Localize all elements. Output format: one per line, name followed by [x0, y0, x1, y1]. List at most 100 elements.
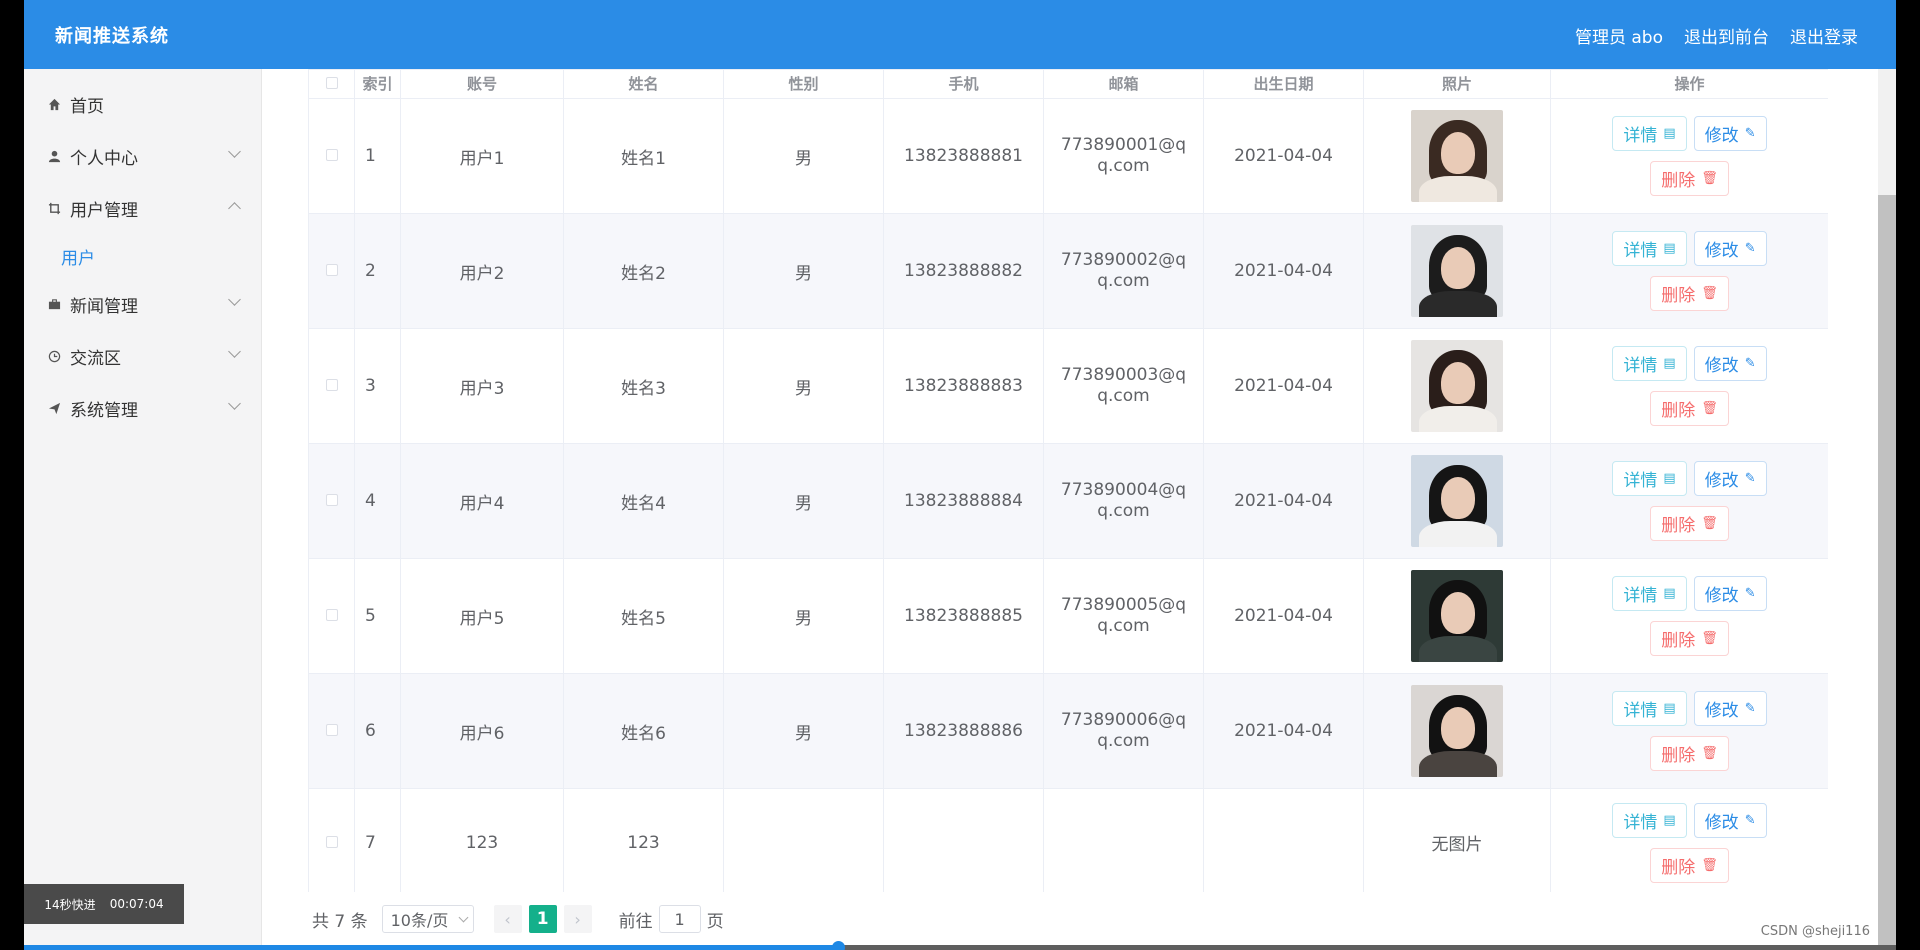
detail-button[interactable]: 详情 ▤ — [1612, 231, 1687, 266]
chevron-down-icon — [458, 912, 469, 922]
row-select-cell[interactable] — [308, 98, 355, 214]
scrollbar-thumb[interactable] — [1878, 195, 1896, 950]
table-row: 6 用户6 姓名6 男 13823888886 773890006@qq.com 2021-… — [308, 673, 1828, 789]
edit-label: 修改 — [1704, 586, 1739, 606]
checkbox[interactable] — [325, 264, 338, 276]
cell-birthday: 2021-04-04 — [1203, 98, 1364, 214]
exit-to-front-link[interactable]: 退出到前台 — [1684, 23, 1769, 48]
delete-button[interactable]: 删除 🗑 — [1650, 847, 1729, 883]
column-header[interactable]: 姓名 — [563, 69, 724, 99]
row-select-cell[interactable] — [308, 788, 355, 892]
email-text: 773890004@qq.com — [1060, 480, 1187, 521]
detail-button[interactable]: 详情 ▤ — [1612, 116, 1687, 151]
sidebar-subitem-users[interactable]: 用户 — [24, 234, 261, 278]
edit-button[interactable]: 修改 ✎ — [1693, 691, 1767, 726]
checkbox[interactable] — [325, 835, 338, 848]
delete-button[interactable]: 删除 🗑 — [1650, 391, 1729, 426]
column-header[interactable]: 出生日期 — [1203, 69, 1364, 99]
detail-button[interactable]: 详情 ▤ — [1612, 461, 1687, 496]
delete-button[interactable]: 删除 🗑 — [1650, 736, 1729, 771]
row-select-cell[interactable] — [308, 213, 355, 329]
cell-phone — [883, 788, 1044, 892]
photo-body — [1419, 636, 1497, 662]
sidebar-item-label: 个人中心 — [70, 148, 138, 169]
sidebar-item-system-management[interactable]: 系统管理 — [24, 382, 261, 434]
page-size-value: 10条/页 — [390, 911, 449, 930]
sidebar-item-news-management[interactable]: 新闻管理 — [24, 278, 261, 330]
column-header[interactable]: 性别 — [723, 69, 884, 99]
edit-button[interactable]: 修改 ✎ — [1693, 576, 1767, 611]
cell-email: 773890006@qq.com — [1043, 673, 1204, 789]
chevron-up-icon — [228, 202, 241, 215]
cell-name: 123 — [563, 788, 724, 892]
checkbox[interactable] — [325, 149, 338, 161]
pencil-icon: ✎ — [1744, 586, 1756, 601]
detail-button[interactable]: 详情 ▤ — [1612, 346, 1687, 381]
row-select-cell[interactable] — [308, 443, 355, 559]
cell-account: 用户5 — [400, 558, 564, 674]
column-header[interactable]: 手机 — [883, 69, 1044, 99]
edit-button[interactable]: 修改 ✎ — [1693, 461, 1767, 496]
row-select-cell[interactable] — [308, 328, 355, 444]
video-progress-bar[interactable] — [24, 941, 1896, 950]
row-actions-top: 详情 ▤ 修改 ✎ — [1612, 461, 1767, 496]
edit-label: 修改 — [1704, 701, 1739, 721]
photo-face — [1441, 247, 1475, 289]
page-size-select[interactable]: 10条/页 — [381, 905, 474, 933]
cell-email: 773890005@qq.com — [1043, 558, 1204, 674]
trash-icon: 🗑 — [1701, 631, 1718, 646]
cell-name: 姓名6 — [563, 673, 724, 789]
edit-button[interactable]: 修改 ✎ — [1693, 802, 1767, 838]
cell-actions: 详情 ▤ 修改 ✎ 删除 🗑 — [1550, 558, 1828, 674]
detail-button[interactable]: 详情 ▤ — [1612, 576, 1687, 611]
progress-knob[interactable] — [832, 941, 845, 950]
checkbox[interactable] — [325, 379, 338, 391]
edit-button[interactable]: 修改 ✎ — [1693, 231, 1767, 266]
row-select-cell[interactable] — [308, 673, 355, 789]
page-number[interactable]: 1 — [528, 905, 557, 933]
detail-label: 详情 — [1623, 812, 1658, 833]
edit-button[interactable]: 修改 ✎ — [1693, 116, 1767, 151]
cell-index: 5 — [354, 558, 401, 674]
email-text: 773890002@qq.com — [1060, 250, 1187, 291]
goto-page-input[interactable] — [658, 905, 701, 933]
cell-account: 用户3 — [400, 328, 564, 444]
sidebar-item-personal-center[interactable]: 个人中心 — [24, 130, 261, 182]
row-select-cell[interactable] — [308, 558, 355, 674]
delete-button[interactable]: 删除 🗑 — [1650, 161, 1729, 196]
checkbox[interactable] — [325, 609, 338, 621]
trash-icon: 🗑 — [1701, 746, 1718, 761]
detail-button[interactable]: 详情 ▤ — [1612, 691, 1687, 726]
cell-phone: 13823888882 — [883, 213, 1044, 329]
sidebar-item-user-management[interactable]: 用户管理 — [24, 182, 261, 234]
page-suffix: 页 — [706, 911, 724, 932]
detail-button[interactable]: 详情 ▤ — [1612, 802, 1687, 838]
cell-birthday: 2021-04-04 — [1203, 213, 1364, 329]
delete-button[interactable]: 删除 🗑 — [1650, 621, 1729, 656]
sidebar-item-label: 首页 — [70, 96, 104, 117]
delete-button[interactable]: 删除 🗑 — [1650, 276, 1729, 311]
checkbox[interactable] — [325, 77, 338, 89]
sidebar-item-forum[interactable]: 交流区 — [24, 330, 261, 382]
photo-body — [1419, 751, 1497, 777]
next-page-button[interactable]: › — [563, 905, 592, 933]
photo-face — [1441, 592, 1475, 634]
checkbox[interactable] — [325, 494, 338, 506]
delete-label: 删除 — [1661, 401, 1696, 421]
detail-label: 详情 — [1623, 701, 1658, 721]
select-all-header[interactable] — [308, 69, 355, 99]
photo-body — [1419, 406, 1497, 432]
cell-birthday — [1203, 788, 1364, 892]
crop-icon — [46, 200, 62, 216]
column-header[interactable]: 邮箱 — [1043, 69, 1204, 99]
column-header[interactable]: 账号 — [400, 69, 564, 99]
edit-label: 修改 — [1704, 126, 1739, 146]
row-actions: 详情 ▤ 修改 ✎ 删除 🗑 — [1551, 461, 1828, 541]
logout-link[interactable]: 退出登录 — [1790, 23, 1858, 48]
edit-button[interactable]: 修改 ✎ — [1693, 346, 1767, 381]
delete-button[interactable]: 删除 🗑 — [1650, 506, 1729, 541]
checkbox[interactable] — [325, 724, 338, 736]
document-icon: ▤ — [1663, 356, 1676, 371]
prev-page-button[interactable]: ‹ — [493, 905, 522, 933]
sidebar-item-home[interactable]: 首页 — [24, 78, 261, 130]
